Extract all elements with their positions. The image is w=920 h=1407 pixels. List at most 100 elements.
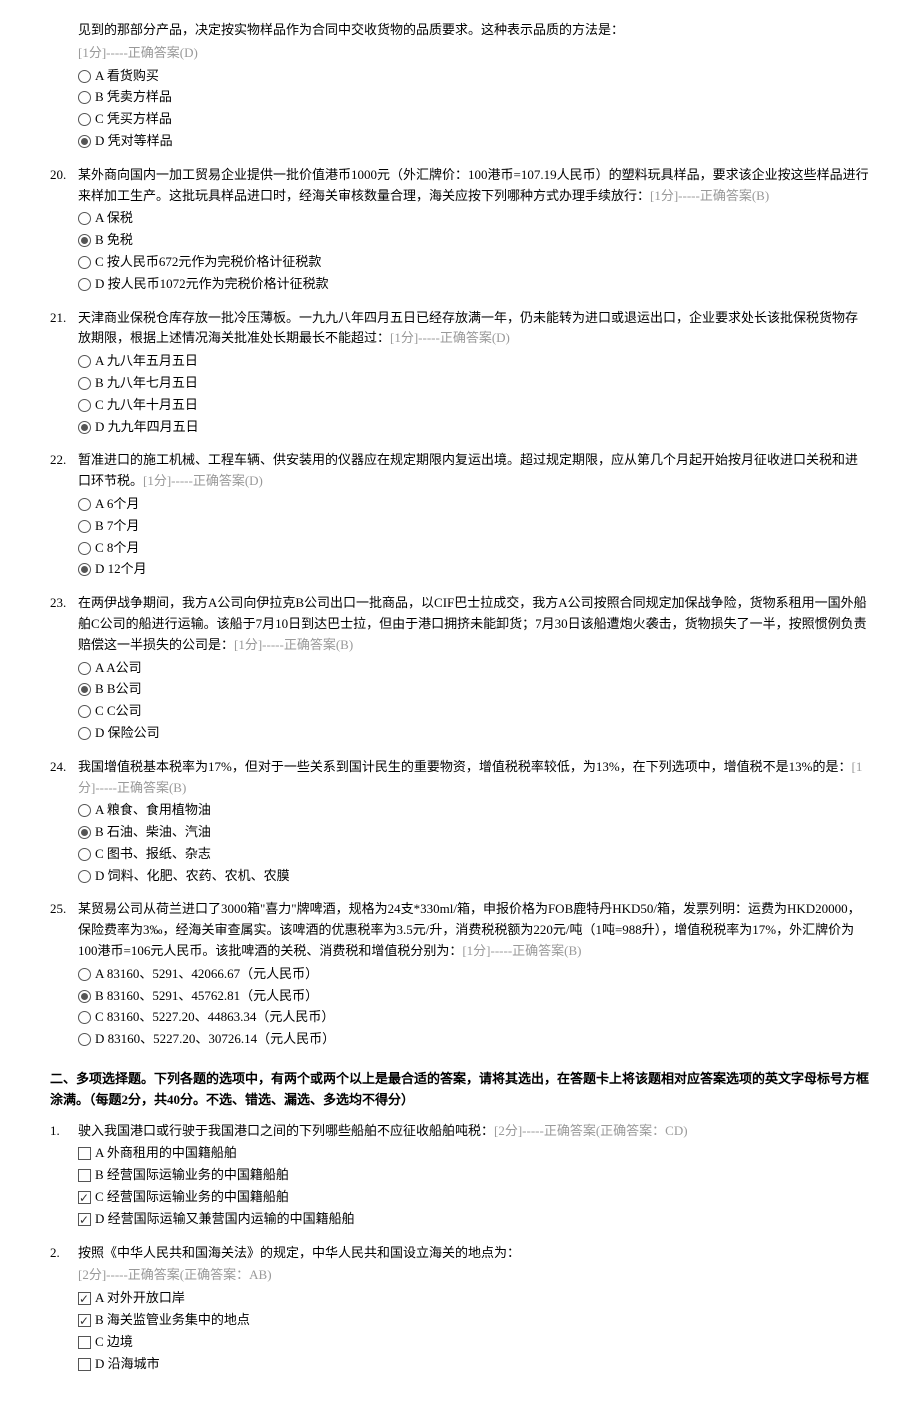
radio-icon[interactable] (78, 256, 91, 269)
option-row[interactable]: D 保险公司 (78, 723, 870, 744)
option-label: A 83160、5291、42066.67（元人民币） (95, 964, 870, 985)
radio-icon[interactable] (78, 683, 91, 696)
checkbox-icon[interactable] (78, 1358, 91, 1371)
question-text: 按照《中华人民共和国海关法》的规定，中华人民共和国设立海关的地点为： (78, 1243, 870, 1264)
radio-icon[interactable] (78, 727, 91, 740)
radio-icon[interactable] (78, 355, 91, 368)
option-row[interactable]: D 九九年四月五日 (78, 417, 870, 438)
option-row[interactable]: A 83160、5291、42066.67（元人民币） (78, 964, 870, 985)
option-row[interactable]: A 6个月 (78, 494, 870, 515)
option-row[interactable]: B 石油、柴油、汽油 (78, 822, 870, 843)
radio-icon[interactable] (78, 421, 91, 434)
option-label: A 6个月 (95, 494, 870, 515)
radio-icon[interactable] (78, 870, 91, 883)
option-row[interactable]: C 83160、5227.20、44863.34（元人民币） (78, 1007, 870, 1028)
option-row[interactable]: A A公司 (78, 658, 870, 679)
option-row[interactable]: C 8个月 (78, 538, 870, 559)
option-label: B 海关监管业务集中的地点 (95, 1310, 870, 1331)
radio-icon[interactable] (78, 990, 91, 1003)
option-row[interactable]: D 经营国际运输又兼营国内运输的中国籍船舶 (78, 1209, 870, 1230)
option-label: B 83160、5291、45762.81（元人民币） (95, 986, 870, 1007)
radio-icon[interactable] (78, 91, 91, 104)
option-row[interactable]: D 83160、5227.20、30726.14（元人民币） (78, 1029, 870, 1050)
option-row[interactable]: A 粮食、食用植物油 (78, 800, 870, 821)
option-row[interactable]: C C公司 (78, 701, 870, 722)
option-row[interactable]: D 饲料、化肥、农药、农机、农膜 (78, 866, 870, 887)
option-label: D 按人民币1072元作为完税价格计征税款 (95, 274, 870, 295)
radio-icon[interactable] (78, 135, 91, 148)
radio-icon[interactable] (78, 563, 91, 576)
option-label: C C公司 (95, 701, 870, 722)
checkbox-icon[interactable] (78, 1314, 91, 1327)
option-row[interactable]: C 九八年十月五日 (78, 395, 870, 416)
option-row[interactable]: A 看货购买 (78, 66, 870, 87)
option-row[interactable]: B 经营国际运输业务的中国籍船舶 (78, 1165, 870, 1186)
option-row[interactable]: A 保税 (78, 208, 870, 229)
option-row[interactable]: D 凭对等样品 (78, 131, 870, 152)
option-label: C 按人民币672元作为完税价格计征税款 (95, 252, 870, 273)
option-row[interactable]: B 免税 (78, 230, 870, 251)
option-row[interactable]: B B公司 (78, 679, 870, 700)
question: 1.驶入我国港口或行驶于我国港口之间的下列哪些船舶不应征收船舶吨税：[2分]--… (50, 1121, 870, 1231)
option-row[interactable]: A 九八年五月五日 (78, 351, 870, 372)
score-answer: [1分]-----正确答案(B) (234, 637, 353, 652)
radio-icon[interactable] (78, 705, 91, 718)
radio-icon[interactable] (78, 542, 91, 555)
checkbox-icon[interactable] (78, 1147, 91, 1160)
question-stem: 驶入我国港口或行驶于我国港口之间的下列哪些船舶不应征收船舶吨税： (78, 1123, 494, 1138)
option-row[interactable]: A 对外开放口岸 (78, 1288, 870, 1309)
option-label: C 83160、5227.20、44863.34（元人民币） (95, 1007, 870, 1028)
option-row[interactable]: B 九八年七月五日 (78, 373, 870, 394)
option-row[interactable]: C 经营国际运输业务的中国籍船舶 (78, 1187, 870, 1208)
option-row[interactable]: C 边境 (78, 1332, 870, 1353)
option-row[interactable]: A 外商租用的中国籍船舶 (78, 1143, 870, 1164)
option-label: B 免税 (95, 230, 870, 251)
radio-icon[interactable] (78, 498, 91, 511)
option-row[interactable]: C 按人民币672元作为完税价格计征税款 (78, 252, 870, 273)
question-body: 暂准进口的施工机械、工程车辆、供安装用的仪器应在规定期限内复运出境。超过规定期限… (78, 450, 870, 581)
radio-icon[interactable] (78, 804, 91, 817)
option-label: D 保险公司 (95, 723, 870, 744)
option-label: C 经营国际运输业务的中国籍船舶 (95, 1187, 870, 1208)
option-row[interactable]: B 海关监管业务集中的地点 (78, 1310, 870, 1331)
option-row[interactable]: D 12个月 (78, 559, 870, 580)
option-label: A 看货购买 (95, 66, 870, 87)
radio-icon[interactable] (78, 399, 91, 412)
option-label: D 沿海城市 (95, 1354, 870, 1375)
radio-icon[interactable] (78, 826, 91, 839)
radio-icon[interactable] (78, 278, 91, 291)
option-label: A 外商租用的中国籍船舶 (95, 1143, 870, 1164)
option-row[interactable]: B 7个月 (78, 516, 870, 537)
radio-icon[interactable] (78, 1033, 91, 1046)
checkbox-icon[interactable] (78, 1213, 91, 1226)
checkbox-icon[interactable] (78, 1292, 91, 1305)
checkbox-icon[interactable] (78, 1169, 91, 1182)
option-label: B 九八年七月五日 (95, 373, 870, 394)
checkbox-icon[interactable] (78, 1191, 91, 1204)
option-row[interactable]: C 图书、报纸、杂志 (78, 844, 870, 865)
radio-icon[interactable] (78, 520, 91, 533)
option-row[interactable]: B 83160、5291、45762.81（元人民币） (78, 986, 870, 1007)
radio-icon[interactable] (78, 662, 91, 675)
radio-icon[interactable] (78, 968, 91, 981)
option-row[interactable]: D 沿海城市 (78, 1354, 870, 1375)
radio-icon[interactable] (78, 1011, 91, 1024)
question-number (50, 20, 78, 153)
checkbox-icon[interactable] (78, 1336, 91, 1349)
question-body: 天津商业保税仓库存放一批冷压薄板。一九九八年四月五日已经存放满一年，仍未能转为进… (78, 308, 870, 439)
question: 24.我国增值税基本税率为17%，但对于一些关系到国计民生的重要物资，增值税税率… (50, 757, 870, 888)
radio-icon[interactable] (78, 113, 91, 126)
question-number: 20. (50, 165, 78, 296)
radio-icon[interactable] (78, 848, 91, 861)
radio-icon[interactable] (78, 377, 91, 390)
radio-icon[interactable] (78, 70, 91, 83)
radio-icon[interactable] (78, 212, 91, 225)
option-label: B 7个月 (95, 516, 870, 537)
question-number: 21. (50, 308, 78, 439)
option-row[interactable]: D 按人民币1072元作为完税价格计征税款 (78, 274, 870, 295)
option-row[interactable]: C 凭买方样品 (78, 109, 870, 130)
radio-icon[interactable] (78, 234, 91, 247)
option-row[interactable]: B 凭卖方样品 (78, 87, 870, 108)
options-group: A 外商租用的中国籍船舶B 经营国际运输业务的中国籍船舶C 经营国际运输业务的中… (78, 1143, 870, 1229)
question-number: 23. (50, 593, 78, 745)
